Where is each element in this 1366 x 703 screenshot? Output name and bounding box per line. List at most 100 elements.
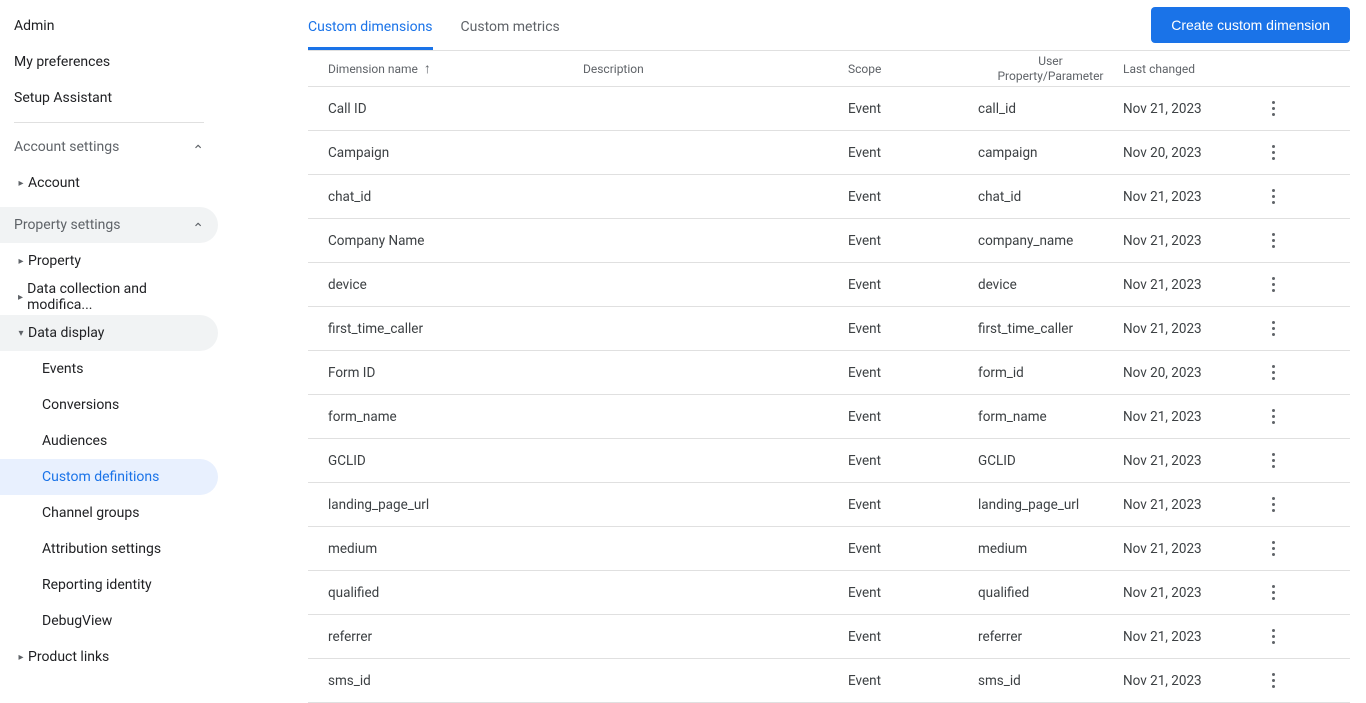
cell-scope: Event bbox=[848, 673, 978, 689]
cell-scope: Event bbox=[848, 585, 978, 601]
topbar: Custom dimensions Custom metrics Create … bbox=[308, 0, 1350, 50]
nav-custom-definitions[interactable]: Custom definitions bbox=[0, 459, 218, 495]
nav-data-collection[interactable]: Data collection and modifica... bbox=[0, 279, 218, 315]
cell-param: chat_id bbox=[978, 189, 1123, 205]
cell-name: Call ID bbox=[308, 101, 583, 117]
table-row: qualifiedEventqualifiedNov 21, 2023 bbox=[308, 571, 1350, 615]
nav-attribution-settings[interactable]: Attribution settings bbox=[0, 531, 218, 567]
more-vert-icon bbox=[1272, 371, 1275, 374]
nav-conversions[interactable]: Conversions bbox=[0, 387, 218, 423]
row-actions-button[interactable] bbox=[1261, 405, 1285, 429]
chevron-up-icon bbox=[192, 217, 204, 233]
cell-param: form_id bbox=[978, 365, 1123, 381]
nav-setup-assistant[interactable]: Setup Assistant bbox=[0, 80, 218, 116]
col-header-last-changed[interactable]: Last changed bbox=[1123, 62, 1253, 76]
create-custom-dimension-button[interactable]: Create custom dimension bbox=[1151, 7, 1350, 43]
col-header-name-label: Dimension name bbox=[328, 62, 418, 76]
caret-down-icon bbox=[14, 328, 28, 339]
nav-item-label: Account bbox=[28, 175, 80, 191]
more-vert-icon bbox=[1272, 503, 1275, 506]
table-row: Company NameEventcompany_nameNov 21, 202… bbox=[308, 219, 1350, 263]
row-actions-button[interactable] bbox=[1261, 317, 1285, 341]
row-actions-button[interactable] bbox=[1261, 581, 1285, 605]
cell-name: sms_id bbox=[308, 673, 583, 689]
nav-account[interactable]: Account bbox=[0, 165, 218, 201]
row-actions-button[interactable] bbox=[1261, 273, 1285, 297]
row-actions-button[interactable] bbox=[1261, 625, 1285, 649]
col-header-description[interactable]: Description bbox=[583, 62, 848, 76]
cell-param: referrer bbox=[978, 629, 1123, 645]
nav-admin[interactable]: Admin bbox=[0, 8, 218, 44]
main-content: Custom dimensions Custom metrics Create … bbox=[218, 0, 1366, 692]
cell-name: Campaign bbox=[308, 145, 583, 161]
cell-name: device bbox=[308, 277, 583, 293]
row-actions-button[interactable] bbox=[1261, 97, 1285, 121]
cell-scope: Event bbox=[848, 277, 978, 293]
cell-name: Company Name bbox=[308, 233, 583, 249]
col-header-param[interactable]: User Property/Parameter bbox=[978, 54, 1123, 83]
cell-last-changed: Nov 21, 2023 bbox=[1123, 277, 1253, 293]
more-vert-icon bbox=[1272, 151, 1275, 154]
more-vert-icon bbox=[1272, 107, 1275, 110]
cell-actions bbox=[1253, 669, 1293, 693]
chevron-up-icon bbox=[192, 139, 204, 155]
sidebar: Admin My preferences Setup Assistant Acc… bbox=[0, 0, 218, 692]
cell-param: first_time_caller bbox=[978, 321, 1123, 337]
cell-actions bbox=[1253, 273, 1293, 297]
nav-events[interactable]: Events bbox=[0, 351, 218, 387]
nav-channel-groups[interactable]: Channel groups bbox=[0, 495, 218, 531]
nav-account-settings[interactable]: Account settings bbox=[0, 129, 218, 165]
cell-last-changed: Nov 21, 2023 bbox=[1123, 101, 1253, 117]
cell-actions bbox=[1253, 185, 1293, 209]
cell-last-changed: Nov 21, 2023 bbox=[1123, 409, 1253, 425]
cell-param: medium bbox=[978, 541, 1123, 557]
more-vert-icon bbox=[1272, 327, 1275, 330]
cell-name: landing_page_url bbox=[308, 497, 583, 513]
cell-name: chat_id bbox=[308, 189, 583, 205]
col-header-scope[interactable]: Scope bbox=[848, 62, 978, 76]
nav-audiences[interactable]: Audiences bbox=[0, 423, 218, 459]
cell-scope: Event bbox=[848, 145, 978, 161]
row-actions-button[interactable] bbox=[1261, 361, 1285, 385]
cell-actions bbox=[1253, 405, 1293, 429]
cell-last-changed: Nov 20, 2023 bbox=[1123, 145, 1253, 161]
row-actions-button[interactable] bbox=[1261, 449, 1285, 473]
more-vert-icon bbox=[1272, 591, 1275, 594]
cell-param: device bbox=[978, 277, 1123, 293]
cell-last-changed: Nov 21, 2023 bbox=[1123, 453, 1253, 469]
cell-scope: Event bbox=[848, 365, 978, 381]
nav-property[interactable]: Property bbox=[0, 243, 218, 279]
nav-reporting-identity[interactable]: Reporting identity bbox=[0, 567, 218, 603]
cell-scope: Event bbox=[848, 233, 978, 249]
cell-scope: Event bbox=[848, 101, 978, 117]
col-header-name[interactable]: Dimension name bbox=[308, 60, 583, 77]
cell-actions bbox=[1253, 97, 1293, 121]
table-row: Call ID Eventcall_idNov 21, 2023 bbox=[308, 87, 1350, 131]
cell-param: landing_page_url bbox=[978, 497, 1123, 513]
row-actions-button[interactable] bbox=[1261, 669, 1285, 693]
nav-data-display[interactable]: Data display bbox=[0, 315, 218, 351]
tab-custom-dimensions[interactable]: Custom dimensions bbox=[308, 19, 433, 50]
row-actions-button[interactable] bbox=[1261, 141, 1285, 165]
nav-my-preferences[interactable]: My preferences bbox=[0, 44, 218, 80]
tabs: Custom dimensions Custom metrics bbox=[308, 0, 560, 50]
more-vert-icon bbox=[1272, 459, 1275, 462]
cell-param: GCLID bbox=[978, 453, 1123, 469]
row-actions-button[interactable] bbox=[1261, 229, 1285, 253]
col-header-param-line2: Property/Parameter bbox=[978, 69, 1123, 83]
col-header-param-line1: User bbox=[978, 54, 1123, 68]
table-row: form_nameEventform_nameNov 21, 2023 bbox=[308, 395, 1350, 439]
nav-item-label: Property bbox=[28, 253, 81, 269]
row-actions-button[interactable] bbox=[1261, 185, 1285, 209]
nav-debugview[interactable]: DebugView bbox=[0, 603, 218, 639]
nav-product-links[interactable]: Product links bbox=[0, 639, 218, 675]
row-actions-button[interactable] bbox=[1261, 537, 1285, 561]
cell-param: company_name bbox=[978, 233, 1123, 249]
nav-property-settings[interactable]: Property settings bbox=[0, 207, 218, 243]
tab-custom-metrics[interactable]: Custom metrics bbox=[461, 19, 560, 50]
row-actions-button[interactable] bbox=[1261, 493, 1285, 517]
cell-param: call_id bbox=[978, 101, 1123, 117]
cell-actions bbox=[1253, 625, 1293, 649]
cell-scope: Event bbox=[848, 409, 978, 425]
cell-name: referrer bbox=[308, 629, 583, 645]
